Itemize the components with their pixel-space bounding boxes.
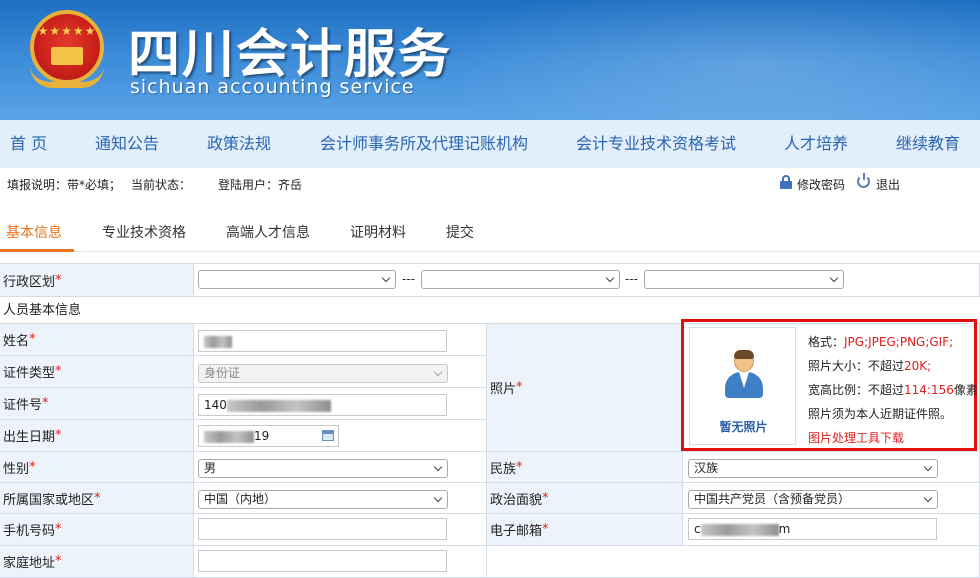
name-input[interactable] [198,330,447,352]
city-select[interactable] [421,270,620,289]
address-input[interactable] [198,550,447,572]
size-line: 照片大小：不超过20K; [808,359,932,373]
political-label: 政治面貌 * [487,483,683,514]
id-type-label: 证件类型 * [0,356,194,388]
id-number-label: 证件号 * [0,388,194,420]
gender-select[interactable]: 男 [198,459,448,478]
photo-tool-download-link[interactable]: 图片处理工具下载 [808,429,904,446]
logout-link[interactable]: 退出 [876,176,900,193]
sichuan-map-graphic [420,0,980,120]
nav-firms[interactable]: 会计师事务所及代理记账机构 [320,120,528,168]
site-subtitle: sichuan accounting service [130,76,415,98]
fill-note: 填报说明：带*必填； [7,178,122,192]
county-select[interactable] [644,270,844,289]
nav-training[interactable]: 人才培养 [784,120,848,168]
ethnicity-label: 民族 * [487,452,683,483]
tab-qualification[interactable]: 专业技术资格 [102,222,186,242]
birth-date-input[interactable]: 19 [198,425,339,447]
calendar-icon[interactable] [322,430,334,441]
lock-icon [780,175,792,189]
ethnicity-select[interactable]: 汉族 [688,459,938,478]
country-select[interactable]: 中国（内地） [198,490,448,509]
photo-preview[interactable]: 暂无照片 [689,327,796,445]
nav-policies[interactable]: 政策法规 [207,120,271,168]
country-label: 所属国家或地区 * [0,483,194,514]
nav-home[interactable]: 首 页 [10,120,47,168]
phone-label: 手机号码 * [0,514,194,546]
ratio-line: 宽高比例：不超过114:156像素 [808,383,978,397]
political-select[interactable]: 中国共产党员（含预备党员） [688,490,938,509]
main-nav: 首 页 通知公告 政策法规 会计师事务所及代理记账机构 会计专业技术资格考试 人… [0,120,980,168]
region-label: 行政区划 * [0,263,194,297]
format-line: 格式：JPG;JPEG;PNG;GIF; [808,335,954,349]
nav-continuing-education[interactable]: 继续教育 [896,120,960,168]
national-emblem-icon: ★★★★★ [30,10,104,88]
address-extra-cell [487,546,980,578]
name-label: 姓名 * [0,324,194,356]
tab-talent-info[interactable]: 高端人才信息 [226,222,310,242]
province-select[interactable] [198,270,396,289]
email-label: 电子邮箱 * [487,514,683,546]
user-avatar-icon [723,350,765,400]
tab-submit[interactable]: 提交 [446,222,474,242]
nav-exams[interactable]: 会计专业技术资格考试 [576,120,736,168]
status-bar: 填报说明：带*必填； 当前状态： 登陆用户： 齐岳 修改密码 退出 [0,168,980,198]
no-photo-text: 暂无照片 [719,420,768,434]
change-password-link[interactable]: 修改密码 [797,176,845,193]
tab-documents[interactable]: 证明材料 [350,222,406,242]
site-banner: ★★★★★ 四川会计服务 sichuan accounting service [0,0,980,120]
phone-input[interactable] [198,518,447,540]
nav-notices[interactable]: 通知公告 [95,120,159,168]
email-input[interactable]: cm [688,518,937,540]
id-type-select[interactable]: 身份证 [198,364,448,383]
tab-basic-info[interactable]: 基本信息 [6,222,62,242]
photo-upload-panel: 暂无照片 格式：JPG;JPEG;PNG;GIF; 照片大小：不超过20K; 宽… [681,319,980,451]
login-user-label: 登陆用户： [218,178,279,192]
birth-date-label: 出生日期 * [0,420,194,452]
power-icon [857,173,870,188]
current-state-label: 当前状态： [131,178,192,192]
photo-requirements: 格式：JPG;JPEG;PNG;GIF; 照片大小：不超过20K; 宽高比例：不… [805,322,980,448]
address-label: 家庭地址 * [0,546,194,578]
form-tabs: 基本信息 专业技术资格 高端人才信息 证明材料 提交 [0,212,980,252]
login-user-value: 齐岳 [278,178,303,192]
gender-label: 性别 * [0,452,194,483]
id-number-input[interactable]: 140 [198,394,447,416]
photo-note: 照片须为本人近期证件照。 [808,407,953,421]
photo-label: 照片 * [487,324,683,452]
active-tab-indicator [0,249,74,252]
